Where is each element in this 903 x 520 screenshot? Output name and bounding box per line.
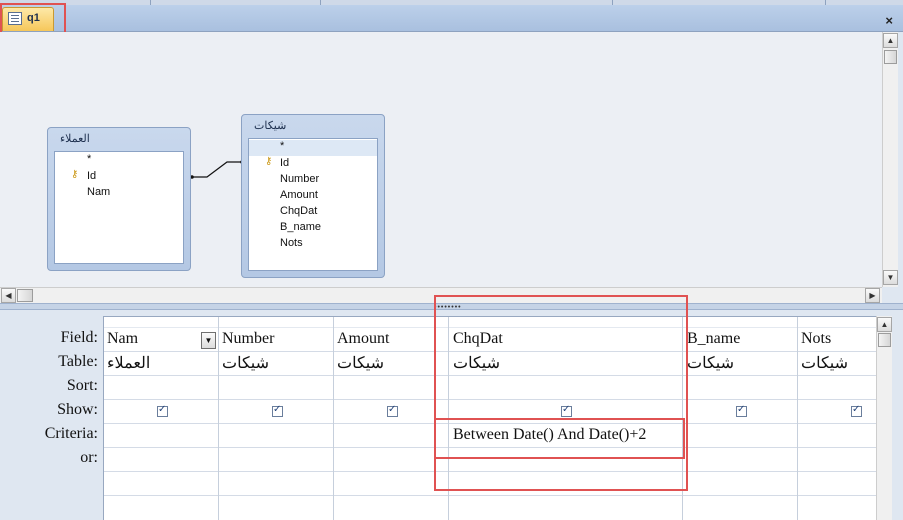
- grid-table-cell[interactable]: العملاء: [107, 353, 150, 373]
- grid-field-cell[interactable]: B_name: [687, 330, 740, 348]
- show-checkbox[interactable]: [851, 404, 862, 417]
- scroll-thumb[interactable]: [878, 333, 891, 347]
- table-box-cheques[interactable]: شيكات * ⚷ Id Number Amount ChqDat B_name…: [241, 114, 385, 278]
- scroll-thumb[interactable]: [884, 50, 897, 64]
- row-label-sort: Sort:: [66, 377, 98, 394]
- field-id[interactable]: Id: [87, 170, 96, 186]
- scroll-up-icon[interactable]: ▲: [883, 33, 898, 48]
- document-tab-bar: q1 ×: [0, 5, 903, 32]
- field-number[interactable]: Number: [280, 173, 319, 189]
- row-label-or: or:: [80, 449, 98, 466]
- grid-field-cell[interactable]: Number: [222, 330, 274, 348]
- field-chqdat[interactable]: ChqDat: [280, 205, 317, 221]
- field-amount[interactable]: Amount: [280, 189, 318, 205]
- criteria-highlight-box: [434, 418, 685, 459]
- field-nam[interactable]: Nam: [87, 186, 110, 202]
- grid-field-cell[interactable]: Nots: [801, 330, 831, 348]
- scroll-down-icon[interactable]: ▼: [883, 270, 898, 285]
- primary-key-icon: ⚷: [71, 169, 79, 180]
- show-checkbox[interactable]: [387, 404, 398, 417]
- table-box-title: شيكات: [254, 120, 287, 132]
- grid-table-cell[interactable]: شيكات: [687, 353, 734, 373]
- table-box-customers[interactable]: العملاء * ⚷ Id Nam: [47, 127, 191, 271]
- table-design-pane: العملاء * ⚷ Id Nam شيكات * ⚷ Id Number A…: [0, 32, 882, 287]
- grid-field-cell[interactable]: Nam: [107, 330, 138, 348]
- field-b-name[interactable]: B_name: [280, 221, 321, 237]
- chqdat-column-highlight-box: [434, 295, 688, 491]
- table-box-title: العملاء: [60, 133, 90, 145]
- grid-table-cell[interactable]: شيكات: [337, 353, 384, 373]
- row-label-table: Table:: [58, 353, 98, 370]
- field-list: * ⚷ Id Nam: [54, 151, 184, 264]
- row-label-criteria: Criteria:: [44, 425, 98, 442]
- grid-line: [218, 317, 219, 520]
- show-checkbox[interactable]: [736, 404, 747, 417]
- grid-line: [797, 317, 798, 520]
- grid-line: [104, 495, 876, 496]
- primary-key-icon: ⚷: [265, 156, 273, 167]
- chevron-down-icon[interactable]: ▼: [201, 332, 216, 349]
- row-label-show: Show:: [57, 401, 98, 418]
- grid-line: [333, 317, 334, 520]
- field-id[interactable]: Id: [280, 157, 289, 173]
- scroll-up-icon[interactable]: ▲: [877, 317, 892, 332]
- grid-field-cell[interactable]: Amount: [337, 330, 389, 348]
- show-checkbox[interactable]: [272, 404, 283, 417]
- field-star[interactable]: *: [249, 140, 377, 156]
- row-label-field: Field:: [60, 329, 98, 346]
- grid-table-cell[interactable]: شيكات: [222, 353, 269, 373]
- field-list: * ⚷ Id Number Amount ChqDat B_name Nots: [248, 138, 378, 271]
- field-nots[interactable]: Nots: [280, 237, 303, 253]
- design-vertical-scrollbar[interactable]: ▲ ▼: [882, 32, 898, 287]
- show-checkbox[interactable]: [157, 404, 168, 417]
- close-icon[interactable]: ×: [885, 13, 893, 28]
- grid-table-cell[interactable]: شيكات: [801, 353, 848, 373]
- scroll-left-icon[interactable]: ◀: [1, 288, 16, 303]
- scroll-thumb[interactable]: [17, 289, 33, 302]
- field-star[interactable]: *: [87, 153, 91, 169]
- scroll-right-icon[interactable]: ▶: [865, 288, 880, 303]
- grid-vertical-scrollbar[interactable]: ▲: [876, 316, 892, 520]
